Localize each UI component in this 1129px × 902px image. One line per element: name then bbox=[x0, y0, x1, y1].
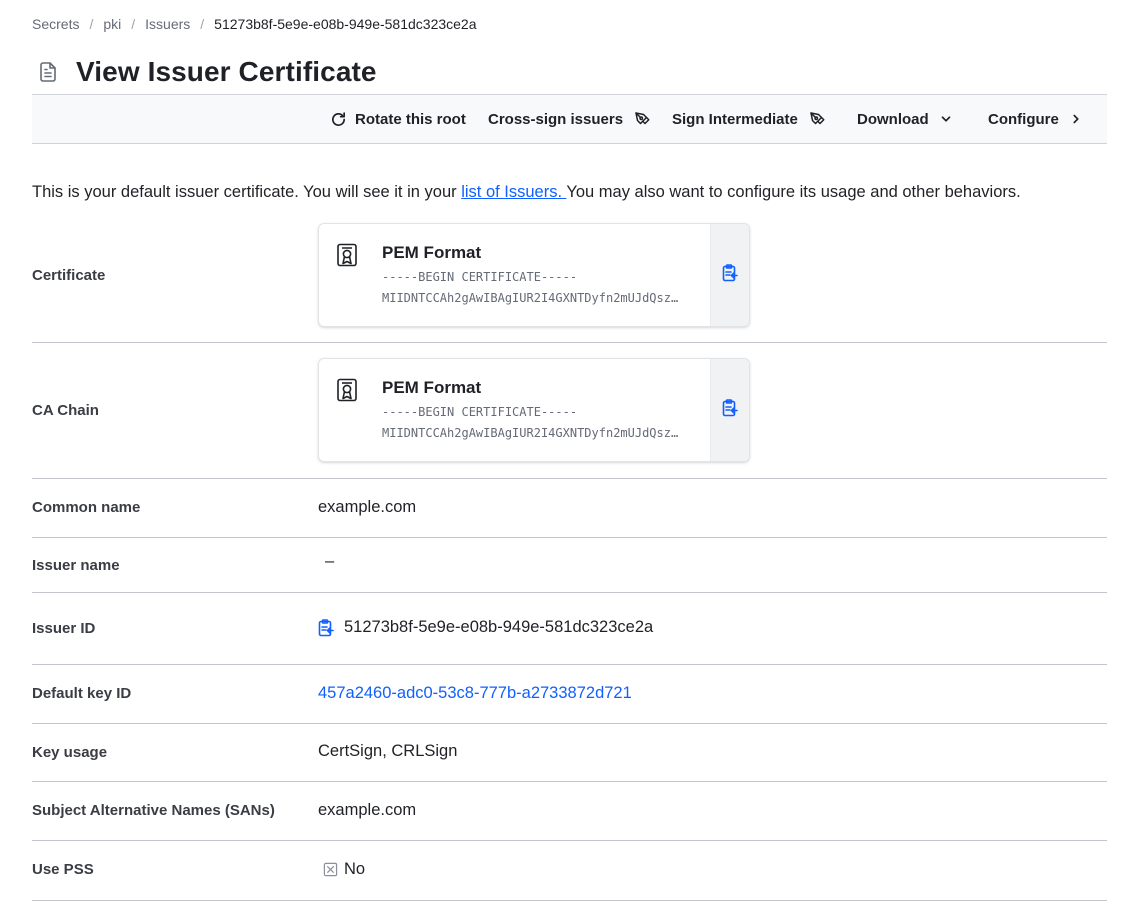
rotate-icon bbox=[330, 111, 347, 128]
issuer-id-row: Issuer ID 51273b8f-5e9e-e08b-949e-581dc3… bbox=[32, 593, 1107, 665]
x-square-icon bbox=[323, 862, 338, 877]
list-of-issuers-link[interactable]: list of Issuers. bbox=[461, 183, 566, 201]
breadcrumb-issuers[interactable]: Issuers bbox=[145, 16, 190, 32]
toolbar: Rotate this root Cross-sign issuers Sign… bbox=[32, 94, 1107, 144]
pem-begin-line: -----BEGIN CERTIFICATE----- bbox=[382, 405, 578, 419]
pem-content-preview: MIIDNTCCAh2gAwIBAgIUR2I4GXNTDyfn2mUJdQsz… bbox=[382, 291, 679, 305]
sans-label: Subject Alternative Names (SANs) bbox=[32, 802, 275, 819]
clipboard-copy-icon bbox=[318, 618, 334, 636]
configure-button[interactable]: Configure bbox=[988, 95, 1083, 143]
cross-sign-issuers-button[interactable]: Cross-sign issuers bbox=[488, 95, 651, 143]
page-header: View Issuer Certificate bbox=[32, 56, 377, 88]
rotate-root-button[interactable]: Rotate this root bbox=[330, 95, 466, 143]
file-text-icon bbox=[36, 60, 60, 84]
certificate-label: Certificate bbox=[32, 267, 106, 284]
ca-chain-pem-card: PEM Format -----BEGIN CERTIFICATE----- M… bbox=[318, 358, 750, 462]
ca-chain-label: CA Chain bbox=[32, 402, 99, 419]
chevron-right-icon bbox=[1069, 112, 1083, 126]
copy-ca-chain-button[interactable] bbox=[710, 359, 749, 461]
breadcrumb-separator: / bbox=[89, 16, 94, 32]
clipboard-copy-icon bbox=[722, 398, 738, 422]
pem-format-title: PEM Format bbox=[382, 243, 482, 262]
use-pss-row: Use PSS No bbox=[32, 841, 1107, 901]
page-description: This is your default issuer certificate.… bbox=[32, 183, 1021, 202]
issuer-name-row: Issuer name – bbox=[32, 538, 1107, 593]
page-title: View Issuer Certificate bbox=[76, 56, 377, 87]
pen-tool-icon bbox=[808, 110, 826, 128]
use-pss-label: Use PSS bbox=[32, 861, 94, 878]
ca-chain-row: CA Chain PEM Format -----BEGIN CERTIFICA… bbox=[32, 343, 1107, 479]
copy-issuer-id-button[interactable] bbox=[318, 618, 334, 637]
issuer-id-label: Issuer ID bbox=[32, 620, 96, 637]
key-usage-row: Key usage CertSign, CRLSign bbox=[32, 724, 1107, 782]
download-dropdown-button[interactable]: Download bbox=[857, 95, 953, 143]
issuer-id-value: 51273b8f-5e9e-e08b-949e-581dc323ce2a bbox=[344, 618, 654, 636]
default-key-id-link[interactable]: 457a2460-adc0-53c8-777b-a2733872d721 bbox=[318, 684, 632, 703]
breadcrumb-pki[interactable]: pki bbox=[103, 16, 121, 32]
cross-sign-issuers-label: Cross-sign issuers bbox=[488, 110, 624, 128]
pem-content-preview: MIIDNTCCAh2gAwIBAgIUR2I4GXNTDyfn2mUJdQsz… bbox=[382, 426, 679, 440]
default-key-id-value-wrap: 457a2460-adc0-53c8-777b-a2733872d721 bbox=[318, 684, 632, 703]
pen-tool-icon bbox=[633, 110, 651, 128]
download-label: Download bbox=[857, 110, 929, 128]
description-text-after: You may also want to configure its usage… bbox=[566, 182, 1021, 201]
common-name-row: Common name example.com bbox=[32, 479, 1107, 538]
key-usage-value: CertSign, CRLSign bbox=[318, 742, 458, 760]
use-pss-value-group: No bbox=[323, 860, 365, 879]
sign-intermediate-button[interactable]: Sign Intermediate bbox=[672, 95, 826, 143]
certificate-icon bbox=[336, 243, 358, 269]
sans-row: Subject Alternative Names (SANs) example… bbox=[32, 782, 1107, 841]
issuer-name-label: Issuer name bbox=[32, 557, 120, 574]
configure-label: Configure bbox=[988, 110, 1059, 128]
rotate-root-label: Rotate this root bbox=[355, 110, 466, 128]
breadcrumb: Secrets / pki / Issuers / 51273b8f-5e9e-… bbox=[32, 16, 477, 32]
chevron-down-icon bbox=[939, 112, 953, 126]
sans-value: example.com bbox=[318, 801, 417, 819]
breadcrumb-secrets[interactable]: Secrets bbox=[32, 16, 79, 32]
sign-intermediate-label: Sign Intermediate bbox=[672, 110, 798, 128]
default-key-id-row: Default key ID 457a2460-adc0-53c8-777b-a… bbox=[32, 665, 1107, 724]
certificate-icon bbox=[336, 378, 358, 404]
issuer-id-value-group: 51273b8f-5e9e-e08b-949e-581dc323ce2a bbox=[318, 618, 653, 637]
issuer-name-value: – bbox=[325, 552, 335, 570]
common-name-label: Common name bbox=[32, 499, 141, 516]
common-name-value: example.com bbox=[318, 498, 417, 516]
pem-begin-line: -----BEGIN CERTIFICATE----- bbox=[382, 270, 578, 284]
key-usage-label: Key usage bbox=[32, 744, 108, 761]
breadcrumb-separator: / bbox=[131, 16, 136, 32]
breadcrumb-separator: / bbox=[200, 16, 205, 32]
copy-certificate-button[interactable] bbox=[710, 224, 749, 326]
certificate-row: Certificate PEM Format -----BEGIN CERTIF… bbox=[32, 203, 1107, 343]
default-key-id-label: Default key ID bbox=[32, 685, 132, 702]
clipboard-copy-icon bbox=[722, 263, 738, 287]
certificate-pem-card: PEM Format -----BEGIN CERTIFICATE----- M… bbox=[318, 223, 750, 327]
use-pss-value: No bbox=[344, 860, 366, 878]
description-text-before: This is your default issuer certificate.… bbox=[32, 182, 462, 201]
breadcrumb-current-issuer: 51273b8f-5e9e-e08b-949e-581dc323ce2a bbox=[214, 16, 477, 32]
pem-format-title: PEM Format bbox=[382, 378, 482, 397]
